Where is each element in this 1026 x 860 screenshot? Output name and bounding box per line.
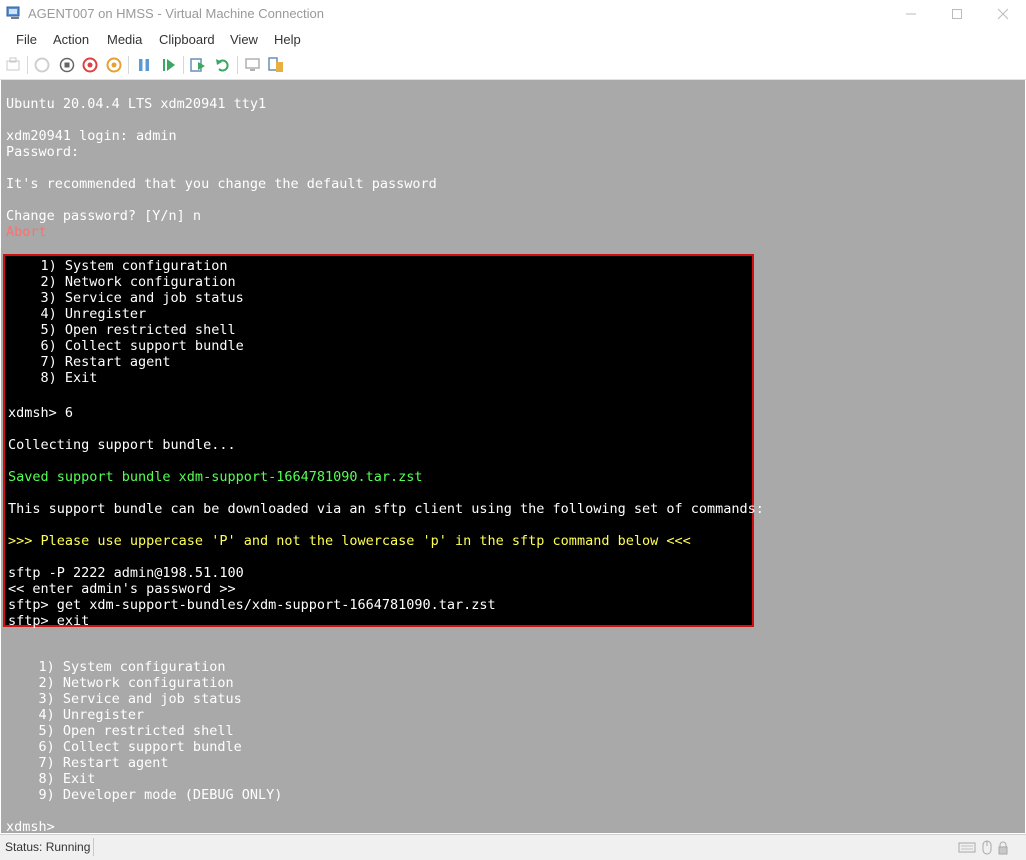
menu-option: 2) Network configuration xyxy=(6,675,234,691)
menu-media[interactable]: Media xyxy=(107,32,142,47)
menu-option: 4) Unregister xyxy=(8,306,147,322)
menu-view[interactable]: View xyxy=(230,32,258,47)
console-line: Change password? [Y/n] n xyxy=(6,208,202,224)
save-state-icon[interactable] xyxy=(105,56,123,74)
menu-option: 6) Collect support bundle xyxy=(6,739,242,755)
shell-prompt: xdmsh> 6 xyxy=(8,405,74,421)
ctrl-alt-del-icon[interactable] xyxy=(5,56,23,74)
collecting-message: Collecting support bundle... xyxy=(8,437,236,453)
console-line: Password: xyxy=(6,144,80,160)
shutdown-icon[interactable] xyxy=(81,56,99,74)
menu-option: 8) Exit xyxy=(6,771,96,787)
window-title: AGENT007 on HMSS - Virtual Machine Conne… xyxy=(28,6,325,21)
menu-file[interactable]: File xyxy=(16,32,37,47)
menu-option: 2) Network configuration xyxy=(8,274,236,290)
maximize-button[interactable] xyxy=(934,0,980,28)
menu-option: 4) Unregister xyxy=(6,707,145,723)
revert-icon[interactable] xyxy=(214,56,232,74)
toolbar-separator xyxy=(183,56,184,74)
status-text: Status: Running xyxy=(5,840,91,854)
menu-action[interactable]: Action xyxy=(53,32,89,47)
menu-option: 1) System configuration xyxy=(6,659,226,675)
menu-option: 7) Restart agent xyxy=(8,354,171,370)
status-separator xyxy=(93,838,94,856)
checkpoint-icon[interactable] xyxy=(189,56,207,74)
shell-prompt: xdmsh> xyxy=(6,819,55,833)
menu-option: 8) Exit xyxy=(8,370,98,386)
menu-bar: File Action Media Clipboard View Help xyxy=(0,28,1026,51)
resume-icon[interactable] xyxy=(160,56,178,74)
toolbar xyxy=(0,51,1026,80)
minimize-button[interactable] xyxy=(888,0,934,28)
toolbar-separator xyxy=(237,56,238,74)
saved-message: Saved support bundle xdm-support-1664781… xyxy=(8,469,423,485)
sftp-line: sftp> exit xyxy=(8,613,90,629)
share-icon[interactable] xyxy=(267,56,285,74)
menu-option: 6) Collect support bundle xyxy=(8,338,244,354)
menu-option: 5) Open restricted shell xyxy=(6,723,234,739)
sftp-line: << enter admin's password >> xyxy=(8,581,236,597)
sftp-line: sftp> get xdm-support-bundles/xdm-suppor… xyxy=(8,597,496,613)
minimize-icon xyxy=(906,13,916,15)
start-icon[interactable] xyxy=(33,56,51,74)
enhanced-session-icon[interactable] xyxy=(244,56,262,74)
status-bar: Status: Running xyxy=(0,834,1026,860)
close-button[interactable] xyxy=(980,0,1026,28)
close-icon xyxy=(997,8,1009,20)
vm-console-screen[interactable]: Ubuntu 20.04.4 LTS xdm20941 tty1 xdm2094… xyxy=(1,80,1025,833)
menu-option: 3) Service and job status xyxy=(6,691,242,707)
toolbar-separator xyxy=(27,56,28,74)
highlighted-terminal-region: 1) System configuration 2) Network confi… xyxy=(3,254,764,629)
download-info: This support bundle can be downloaded vi… xyxy=(8,501,764,517)
menu-clipboard[interactable]: Clipboard xyxy=(159,32,215,47)
console-line: Ubuntu 20.04.4 LTS xdm20941 tty1 xyxy=(6,96,267,112)
menu-option: 7) Restart agent xyxy=(6,755,169,771)
lock-icon xyxy=(998,841,1008,855)
menu-option: 5) Open restricted shell xyxy=(8,322,236,338)
abort-text: Abort xyxy=(6,224,47,240)
sftp-line: sftp -P 2222 admin@198.51.100 xyxy=(8,565,244,581)
maximize-icon xyxy=(952,9,962,19)
title-bar: AGENT007 on HMSS - Virtual Machine Conne… xyxy=(0,0,1026,28)
pause-icon[interactable] xyxy=(135,56,153,74)
console-line: xdm20941 login: admin xyxy=(6,128,177,144)
console-line: It's recommended that you change the def… xyxy=(6,176,437,192)
menu-help[interactable]: Help xyxy=(274,32,301,47)
turn-off-icon[interactable] xyxy=(58,56,76,74)
menu-option: 9) Developer mode (DEBUG ONLY) xyxy=(6,787,283,803)
keyboard-icon xyxy=(958,842,976,853)
vm-connection-icon xyxy=(6,6,20,19)
menu-option: 3) Service and job status xyxy=(8,290,244,306)
menu-option: 1) System configuration xyxy=(8,258,228,274)
mouse-icon xyxy=(982,840,992,855)
toolbar-separator xyxy=(128,56,129,74)
warning-message: >>> Please use uppercase 'P' and not the… xyxy=(8,533,691,549)
